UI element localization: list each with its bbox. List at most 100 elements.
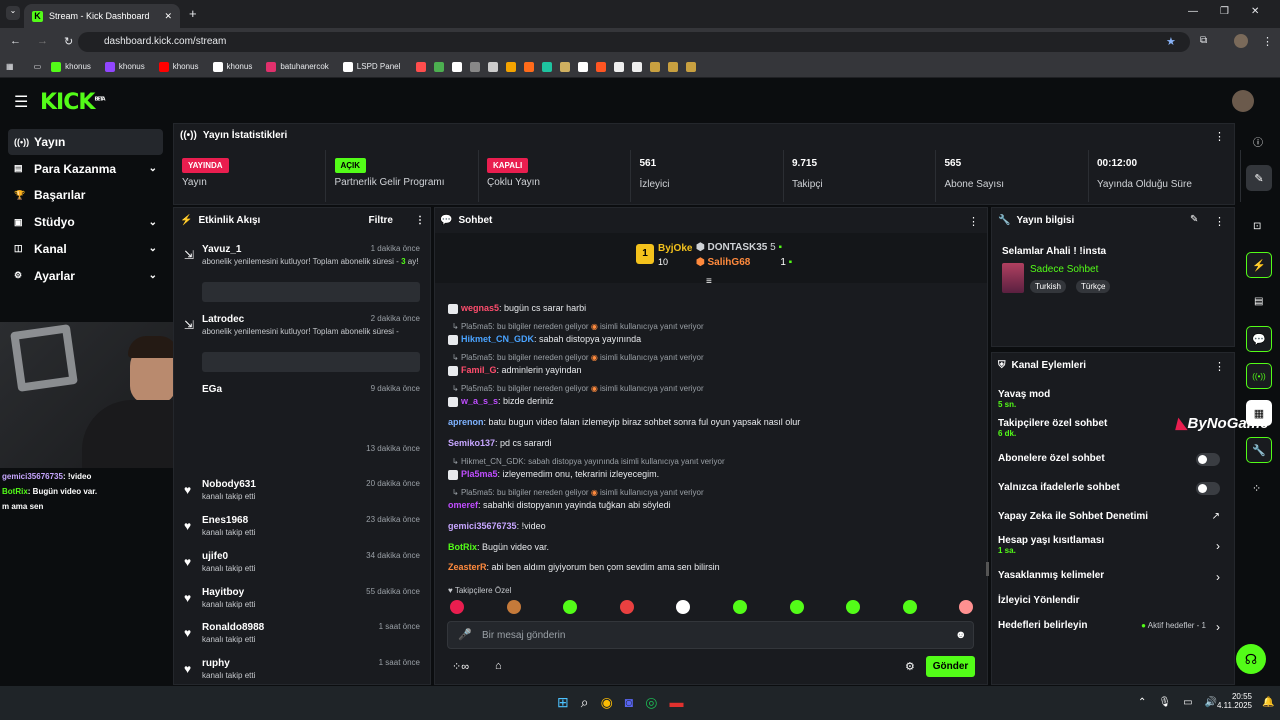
browser-tab[interactable]: K Stream - Kick Dashboard ✕	[24, 4, 180, 28]
clips-rail-icon[interactable]: ▦	[1246, 400, 1272, 426]
chevron-right-icon[interactable]: ›	[1216, 539, 1220, 553]
top-gifter-1[interactable]: ByjOke	[658, 243, 692, 254]
chat-username[interactable]: w_a_s_s	[461, 396, 498, 406]
microphone-icon[interactable]: 🎤	[458, 628, 472, 641]
network-icon[interactable]: ▭	[1183, 697, 1192, 708]
emote-icon[interactable]	[506, 600, 521, 614]
forward-icon[interactable]: →	[37, 35, 48, 48]
tag-turkce[interactable]: Türkçe	[1076, 280, 1111, 293]
broadcast-rail-icon[interactable]: ((•))	[1246, 363, 1272, 389]
document-icon[interactable]: ▤	[1254, 296, 1263, 307]
channel-actions-menu-icon[interactable]: ⋮	[1214, 360, 1225, 373]
activity-menu-icon[interactable]: ⋮	[415, 215, 425, 226]
maximize-icon[interactable]: ❐	[1220, 6, 1229, 17]
apps-grid-icon[interactable]: ▦	[6, 62, 14, 71]
chat-username[interactable]: BotRix	[448, 542, 477, 552]
external-link-icon[interactable]: ↗	[1212, 511, 1220, 522]
top-gifter-2[interactable]: ⬢ DONTASK35 5 ▪	[696, 242, 782, 253]
edit-rail-icon[interactable]: ✎	[1246, 165, 1272, 191]
folder-icon[interactable]: ▭	[34, 62, 42, 71]
channel-action-8[interactable]: Hedefleri belirleyin › ● Aktif hedefler - …	[998, 620, 1226, 634]
user-avatar[interactable]	[1232, 90, 1254, 112]
chat-username[interactable]: Semiko137	[448, 438, 495, 448]
tray-chevron-icon[interactable]: ⌃	[1138, 697, 1146, 708]
toggle-switch[interactable]	[1196, 453, 1220, 466]
profile-avatar[interactable]	[1234, 34, 1248, 48]
chat-settings-icon[interactable]: ⚙	[905, 660, 915, 673]
chat-username[interactable]: wegnas5	[461, 303, 499, 313]
sidebar-item-5[interactable]: ⚙ Ayarlar ⌄	[8, 263, 163, 289]
category-name[interactable]: Sadece Sohbet	[1030, 264, 1098, 275]
store-icon[interactable]: ⌂	[495, 660, 502, 672]
minimize-icon[interactable]: —	[1188, 6, 1198, 17]
toggle-switch[interactable]	[1196, 482, 1220, 495]
top-gifter-3[interactable]: ⬢ SalihG68 1 ▪	[696, 257, 792, 268]
new-tab-icon[interactable]: +	[189, 6, 197, 21]
window-close-icon[interactable]: ✕	[1251, 6, 1259, 17]
chevron-right-icon[interactable]: ›	[1216, 570, 1220, 584]
emote-icon[interactable]	[619, 600, 634, 614]
chat-scrollbar[interactable]	[986, 562, 989, 576]
send-button[interactable]: Gönder	[926, 656, 975, 677]
collapse-icon[interactable]: ≡	[706, 276, 712, 287]
chat-rail-icon[interactable]: 💬	[1246, 326, 1272, 352]
community-icon[interactable]: ⁘∞	[452, 660, 469, 673]
chat-username[interactable]: aprenon	[448, 417, 484, 427]
spotify-icon[interactable]: ◎	[645, 694, 657, 711]
bookmark-0[interactable]: khonus	[51, 61, 91, 72]
tag-turkish[interactable]: Turkish	[1030, 280, 1066, 293]
stream-info-menu-icon[interactable]: ⋮	[1214, 215, 1225, 228]
start-icon[interactable]: ⊞	[557, 694, 569, 711]
discord-icon[interactable]: ◙	[625, 694, 633, 711]
bookmark-4[interactable]: batuhanercok	[266, 61, 329, 72]
chat-username[interactable]: gemici35676735	[448, 521, 517, 531]
chat-username[interactable]: Famil_G	[461, 365, 497, 375]
emote-icon[interactable]	[902, 600, 917, 614]
community-rail-icon[interactable]: ⁘	[1252, 482, 1261, 495]
filter-button[interactable]: Filtre	[369, 215, 393, 226]
stats-menu-icon[interactable]: ⋮	[1214, 130, 1225, 143]
system-tray[interactable]: ⌃ 🎙 ▭ 🔊	[1138, 697, 1217, 708]
sidebar-item-1[interactable]: ▤ Para Kazanma ⌄	[8, 156, 163, 182]
chat-menu-icon[interactable]: ⋮	[968, 215, 979, 228]
sidebar-item-2[interactable]: 🏆 Başarılar	[8, 182, 163, 208]
info-icon[interactable]: ⓘ	[1253, 134, 1263, 149]
url-bar[interactable]: dashboard.kick.com/stream	[78, 32, 1190, 52]
channel-action-3[interactable]: Yalnızca ifadelerle sohbet	[998, 482, 1226, 495]
emote-icon[interactable]	[450, 600, 464, 614]
bookmark-5[interactable]: LSPD Panel	[342, 61, 400, 72]
channel-action-5[interactable]: Hesap yaşı kısıtlaması 1 sa. ›	[998, 535, 1226, 555]
notifications-icon[interactable]: 🔔	[1262, 697, 1274, 708]
bookmark-star-icon[interactable]: ★	[1166, 35, 1176, 48]
bookmark-2[interactable]: khonus	[158, 61, 199, 72]
kick-logo[interactable]: KICKBETA	[40, 90, 106, 115]
chat-username[interactable]: Pla5ma5	[461, 469, 498, 479]
bookmark-1[interactable]: khonus	[104, 61, 145, 72]
bookmark-icons-strip[interactable]	[416, 61, 697, 72]
emote-icon[interactable]	[789, 600, 804, 614]
sidebar-item-3[interactable]: ▣ Stüdyo ⌄	[8, 209, 163, 235]
chat-username[interactable]: Hikmet_CN_GDK	[461, 334, 534, 344]
browser-menu-icon[interactable]: ⋮	[1262, 35, 1273, 48]
chevron-right-icon[interactable]: ›	[1216, 620, 1220, 634]
wrench-rail-icon[interactable]: 🔧	[1246, 437, 1272, 463]
channel-action-0[interactable]: Yavaş mod 5 sn.	[998, 389, 1226, 409]
close-tab-icon[interactable]: ✕	[164, 11, 172, 22]
channel-action-4[interactable]: Yapay Zeka ile Sohbet Denetimi ↗	[998, 511, 1226, 522]
channel-action-6[interactable]: Yasaklanmış kelimeler ›	[998, 570, 1226, 584]
capture-icon[interactable]: ⊡	[1253, 221, 1261, 232]
channel-action-2[interactable]: Abonelere özel sohbet	[998, 453, 1226, 466]
chat-username[interactable]: omeref	[448, 500, 478, 510]
bookmark-3[interactable]: khonus	[212, 61, 252, 72]
support-headset-icon[interactable]: ☊	[1236, 644, 1266, 674]
emote-icon[interactable]	[733, 600, 747, 614]
extensions-icon[interactable]: ⧉	[1200, 35, 1207, 46]
search-icon[interactable]: ⌕	[581, 694, 589, 711]
sidebar-item-0[interactable]: ((•)) Yayın	[8, 129, 163, 155]
back-icon[interactable]: ←	[10, 35, 21, 48]
mic-tray-icon[interactable]: 🎙	[1158, 697, 1171, 708]
app-icon[interactable]: ▬	[669, 694, 683, 711]
hamburger-menu-icon[interactable]: ☰	[14, 92, 28, 112]
emoji-icon[interactable]: ☻	[955, 629, 967, 641]
channel-action-7[interactable]: İzleyici Yönlendir	[998, 595, 1226, 606]
